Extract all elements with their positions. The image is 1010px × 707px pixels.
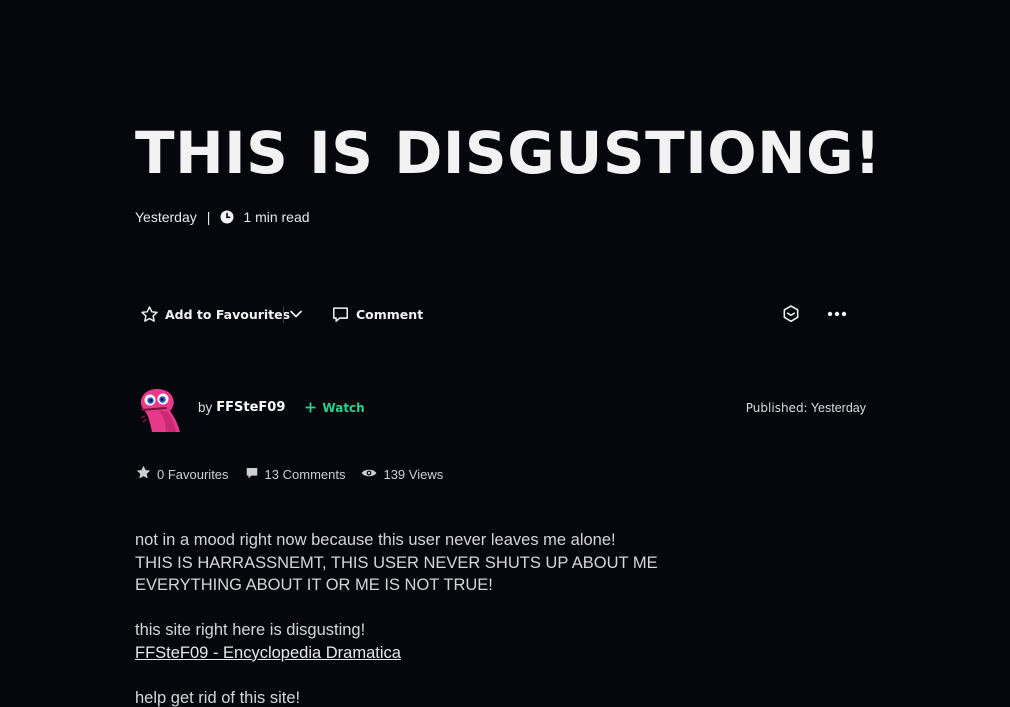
- comments-count: 13 Comments: [264, 466, 346, 482]
- body-paragraph: THIS IS HARRASSNEMT, THIS USER NEVER SHU…: [135, 553, 658, 572]
- action-divider: [283, 306, 284, 323]
- post-body: not in a mood right now because this use…: [135, 529, 775, 707]
- author-byline: by FFSteF09 Watch: [198, 400, 365, 415]
- plus-icon: [305, 402, 316, 413]
- share-button[interactable]: [781, 300, 801, 328]
- by-prefix: by: [198, 400, 213, 415]
- stats-bar: 0 Favourites 13 Comments 139 Views: [136, 465, 459, 483]
- body-link-line: FFSteF09 - Encyclopedia Dramatica: [135, 642, 775, 665]
- page-title: THIS IS DISGUSTIONG!: [135, 119, 882, 187]
- eye-icon: [361, 467, 383, 482]
- favourites-dropdown-button[interactable]: [287, 300, 305, 328]
- add-to-favourites-button[interactable]: Add to Favourites: [140, 300, 290, 328]
- meta-separator: |: [206, 209, 211, 225]
- author-name-link[interactable]: FFSteF09: [216, 400, 285, 415]
- published-label: Published:: [745, 401, 808, 415]
- views-count: 139 Views: [383, 466, 444, 482]
- more-options-button[interactable]: [827, 300, 847, 328]
- watch-button[interactable]: Watch: [305, 400, 365, 415]
- add-to-favourites-label: Add to Favourites: [165, 306, 291, 322]
- star-outline-icon: [140, 305, 165, 324]
- post-date: Yesterday: [135, 209, 197, 225]
- comment-label: Comment: [356, 306, 424, 322]
- published-value: Yesterday: [810, 401, 866, 415]
- published-date: Published: Yesterday: [746, 401, 866, 415]
- body-paragraph: this site right here is disgusting!: [135, 621, 366, 639]
- body-paragraph: not in a mood right now because this use…: [135, 531, 616, 549]
- favourites-count: 0 Favourites: [157, 466, 229, 482]
- external-link[interactable]: FFSteF09 - Encyclopedia Dramatica: [135, 644, 401, 662]
- views-stat: 139 Views: [361, 467, 443, 482]
- watch-label: Watch: [322, 400, 365, 415]
- post-meta: Yesterday | 1 min read: [135, 209, 310, 225]
- read-time: 1 min read: [243, 209, 310, 225]
- chevron-down-icon: [290, 310, 302, 318]
- body-paragraph: EVERYTHING ABOUT IT OR ME IS NOT TRUE!: [135, 576, 493, 594]
- comment-icon: [331, 305, 356, 324]
- deviation-page: THIS IS DISGUSTIONG! Yesterday | 1 min r…: [0, 0, 1010, 707]
- share-icon: [781, 304, 801, 324]
- favourites-stat: 0 Favourites: [136, 465, 229, 483]
- comment-filled-icon: [245, 466, 265, 483]
- comment-button[interactable]: Comment: [331, 300, 423, 328]
- clock-icon: [220, 210, 234, 224]
- body-paragraph: help get rid of this site!: [135, 688, 301, 707]
- action-bar: Add to Favourites Comment: [135, 300, 850, 328]
- more-icon: [827, 311, 847, 317]
- comments-stat[interactable]: 13 Comments: [245, 466, 346, 483]
- star-filled-icon: [136, 465, 157, 483]
- author-avatar[interactable]: [136, 386, 182, 434]
